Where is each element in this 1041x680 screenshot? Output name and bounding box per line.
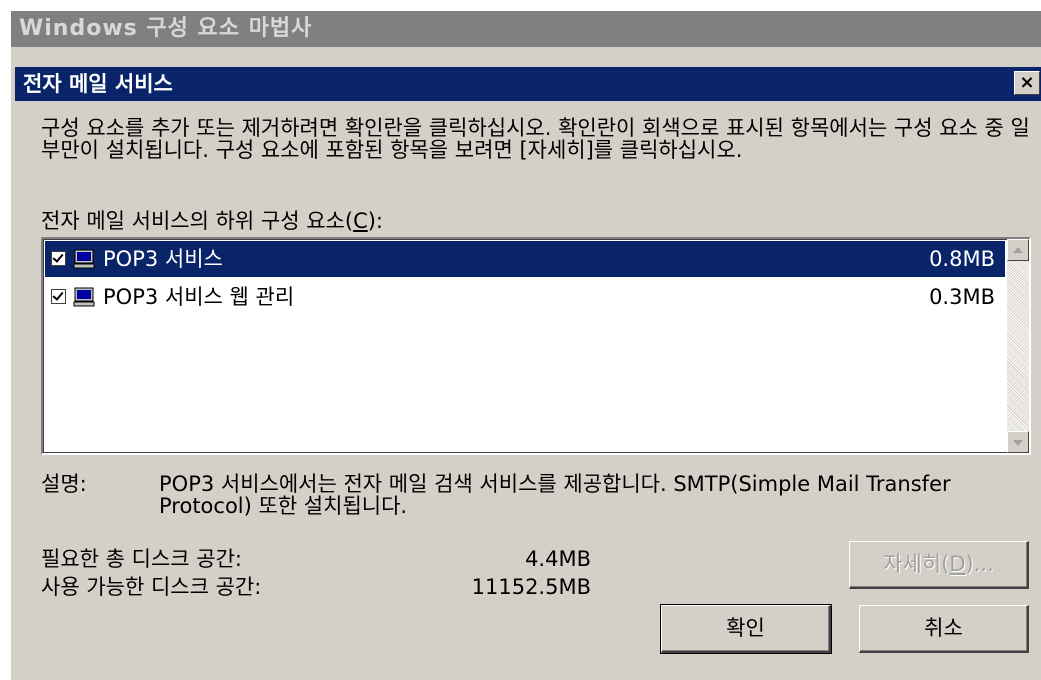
close-icon: × — [1019, 72, 1035, 93]
scroll-up-button[interactable] — [1007, 239, 1029, 261]
pop3-web-admin-checkbox[interactable] — [51, 289, 66, 304]
details-button[interactable]: 자세히(D)... — [849, 541, 1029, 589]
list-item-pop3-service[interactable]: POP3 서비스 0.8MB — [45, 241, 1005, 277]
wizard-window: Windows 구성 요소 마법사 전자 메일 서비스 × 구성 요소를 추가 … — [10, 10, 1041, 680]
description-label: 설명: — [41, 472, 87, 496]
description-text: POP3 서비스에서는 전자 메일 검색 서비스를 제공합니다. SMTP(Si… — [159, 472, 951, 518]
dialog-title: 전자 메일 서비스 — [23, 72, 173, 96]
list-item-size: 0.8MB — [929, 247, 995, 271]
required-space-label: 필요한 총 디스크 공간: — [41, 547, 242, 571]
list-item-name: POP3 서비스 — [103, 247, 223, 271]
close-button[interactable]: × — [1014, 71, 1040, 95]
available-space-label: 사용 가능한 디스크 공간: — [41, 575, 262, 599]
scroll-down-button[interactable] — [1007, 431, 1029, 453]
list-scrollbar[interactable] — [1007, 239, 1029, 453]
components-list: POP3 서비스 0.8MB POP3 서비스 웹 관리 0.3MB — [45, 241, 1005, 451]
dialog-titlebar: 전자 메일 서비스 × — [15, 67, 1041, 101]
instructions-text: 구성 요소를 추가 또는 제거하려면 확인란을 클릭하십시오. 확인란이 회색으… — [41, 116, 1030, 162]
list-label-prefix: 전자 메일 서비스의 하위 구성 요소( — [41, 209, 354, 233]
details-label-accel: D — [949, 552, 966, 576]
list-item-pop3-web-admin[interactable]: POP3 서비스 웹 관리 0.3MB — [45, 279, 1005, 315]
components-list-label: 전자 메일 서비스의 하위 구성 요소(C): — [41, 209, 383, 233]
chevron-down-icon — [1013, 440, 1023, 446]
computer-icon — [73, 249, 95, 269]
computer-icon — [73, 287, 95, 307]
ok-button[interactable]: 확인 — [660, 604, 832, 654]
required-space-value: 4.4MB — [525, 547, 591, 571]
cancel-button[interactable]: 취소 — [859, 605, 1029, 653]
pop3-service-checkbox[interactable] — [51, 251, 66, 266]
details-label-prefix: 자세히( — [883, 552, 950, 576]
list-item-name: POP3 서비스 웹 관리 — [103, 285, 295, 309]
components-listbox[interactable]: POP3 서비스 0.8MB POP3 서비스 웹 관리 0.3MB — [41, 237, 1031, 455]
available-space-value: 11152.5MB — [471, 575, 591, 599]
list-label-accel: C — [353, 209, 368, 233]
chevron-up-icon — [1013, 247, 1023, 253]
wizard-title: Windows 구성 요소 마법사 — [11, 11, 1041, 47]
email-services-dialog: 전자 메일 서비스 × 구성 요소를 추가 또는 제거하려면 확인란을 클릭하십… — [11, 57, 1041, 680]
details-label-suffix: )... — [965, 552, 994, 576]
wizard-divider — [11, 47, 1041, 57]
list-item-size: 0.3MB — [929, 285, 995, 309]
list-label-suffix: ): — [367, 209, 384, 233]
